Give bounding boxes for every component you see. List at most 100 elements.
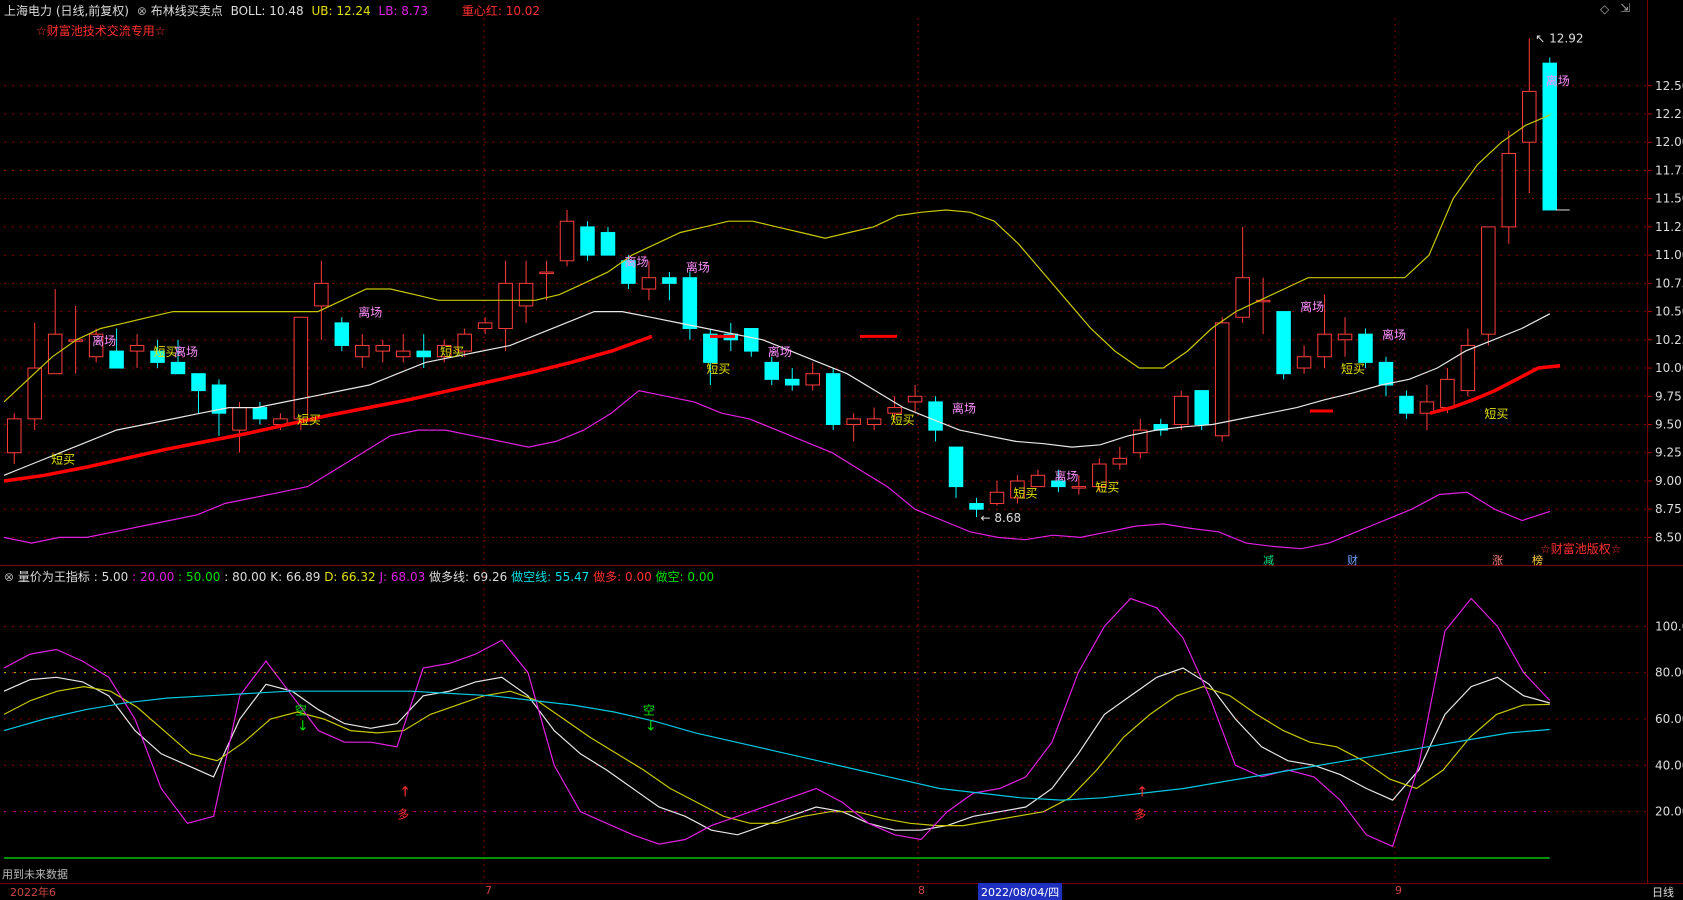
candle-up: [1317, 333, 1332, 358]
candle-down: [703, 333, 718, 363]
price-tick-label: 11.50: [1655, 192, 1683, 206]
candle-down: [109, 350, 124, 369]
candle-up: [129, 344, 145, 352]
candle-down: [170, 361, 186, 375]
candle-down: [1399, 395, 1414, 414]
candle-up: [1522, 90, 1537, 143]
candle-up: [518, 282, 534, 307]
label-cai: 财: [1347, 554, 1358, 567]
short-buy-label: 短买: [706, 362, 730, 376]
price-tick-label: 9.75: [1655, 389, 1682, 403]
candle-up: [232, 407, 247, 431]
arrow-up-icon: ↑: [1136, 785, 1148, 801]
price-tick-label: 8.50: [1655, 530, 1682, 544]
short-buy-label: 短买: [1341, 362, 1365, 376]
candle-down: [580, 226, 595, 256]
arrow-down-icon: ↓: [297, 718, 309, 734]
candle-up: [1071, 486, 1087, 489]
leave-label: 离场: [174, 344, 198, 359]
candle-up: [1501, 153, 1517, 228]
leave-label: 离场: [952, 401, 976, 416]
candle-up: [1112, 457, 1128, 465]
arrow-up-icon: ↑: [399, 785, 411, 801]
candle-down: [969, 503, 984, 510]
candle-up: [27, 367, 42, 420]
candle-up: [1440, 378, 1455, 409]
leave-label: 离场: [1382, 327, 1406, 342]
candle-down: [1378, 361, 1394, 386]
panel-divider: [0, 565, 1683, 566]
candle-down: [682, 277, 698, 330]
candle-down: [416, 350, 431, 358]
date-label-jul: 7: [485, 884, 492, 897]
price-tick-label: 9.25: [1655, 446, 1682, 460]
candle-down: [784, 378, 800, 386]
price-tick-label: 12.50: [1655, 79, 1683, 93]
candle-up: [539, 271, 554, 275]
short-buy-label: 短买: [51, 452, 75, 466]
sub-tick-label: 60.00: [1655, 712, 1683, 726]
candle-up: [1214, 322, 1230, 437]
candle-up: [498, 282, 513, 330]
sub-tick-label: 40.00: [1655, 758, 1683, 772]
price-tick-label: 9.00: [1655, 474, 1682, 488]
zxh-line: [3, 334, 653, 483]
short-buy-label: 短买: [440, 345, 464, 359]
candle-up: [375, 344, 391, 352]
candle-up: [1030, 474, 1046, 488]
candle-up: [907, 395, 923, 403]
label-jian: 减: [1263, 554, 1274, 567]
leave-label: 离场: [624, 254, 648, 269]
chart-canvas[interactable]: 8.50 8.75 9.00 9.25 9.50 9.75 10.00 10.25 10.50 1…: [0, 0, 1683, 900]
leave-label: 离场: [1054, 468, 1078, 483]
candle-up: [1173, 395, 1189, 426]
arrow-down-icon: ↓: [645, 718, 657, 734]
price-tick-label: 10.00: [1655, 361, 1683, 375]
short-buy-label: 短买: [297, 413, 321, 427]
candle-down: [825, 373, 841, 425]
candle-down: [252, 407, 268, 420]
long-signal-label: 多: [397, 808, 409, 822]
short-buy-label: 短买: [891, 413, 915, 427]
price-axis-divider: [1647, 0, 1648, 900]
candle-down: [662, 277, 677, 284]
candle-up: [293, 316, 309, 420]
leave-label: 离场: [358, 305, 382, 320]
leave-label: 离场: [1546, 73, 1570, 88]
candle-up: [1296, 356, 1312, 369]
date-axis[interactable]: [0, 883, 1683, 900]
period-button[interactable]: 日线: [1652, 884, 1674, 900]
candle-up: [641, 277, 657, 290]
price-tick-label: 10.75: [1655, 276, 1683, 290]
candle-up: [559, 220, 575, 262]
candle-down: [600, 232, 616, 256]
date-label-jun: 2022年6: [10, 886, 56, 899]
candle-down: [744, 328, 759, 352]
sub-tick-label: 80.00: [1655, 666, 1683, 680]
label-zhang: 涨: [1492, 554, 1503, 567]
price-tick-label: 11.25: [1655, 220, 1683, 234]
price-tick-label: 12.00: [1655, 135, 1683, 149]
candle-down: [948, 446, 964, 488]
short-signal-label: 空: [295, 703, 307, 717]
short-buy-label: 短买: [1013, 486, 1037, 500]
cursor-date: 2022/08/04/四: [978, 883, 1063, 900]
candle-down: [334, 322, 350, 346]
date-label-aug: 8: [918, 884, 925, 897]
copyright-mark: ☆财富池版权☆: [1540, 542, 1622, 556]
candle-down: [191, 373, 206, 392]
leave-label: 离场: [686, 259, 710, 274]
candle-up: [355, 344, 370, 358]
candle-up: [866, 418, 882, 425]
candle-up: [846, 418, 861, 425]
high-price-label: ↖ 12.92: [1535, 31, 1583, 45]
price-tick-label: 12.25: [1655, 107, 1683, 121]
price-tick-label: 11.75: [1655, 163, 1683, 177]
candle-down: [1194, 390, 1209, 425]
candle-up: [1235, 277, 1250, 318]
future-data-note: 用到未来数据: [2, 868, 68, 881]
candle-down: [1276, 311, 1291, 375]
candle-up: [6, 418, 22, 454]
candle-up: [989, 491, 1005, 505]
short-buy-label: 短买: [1095, 481, 1119, 495]
